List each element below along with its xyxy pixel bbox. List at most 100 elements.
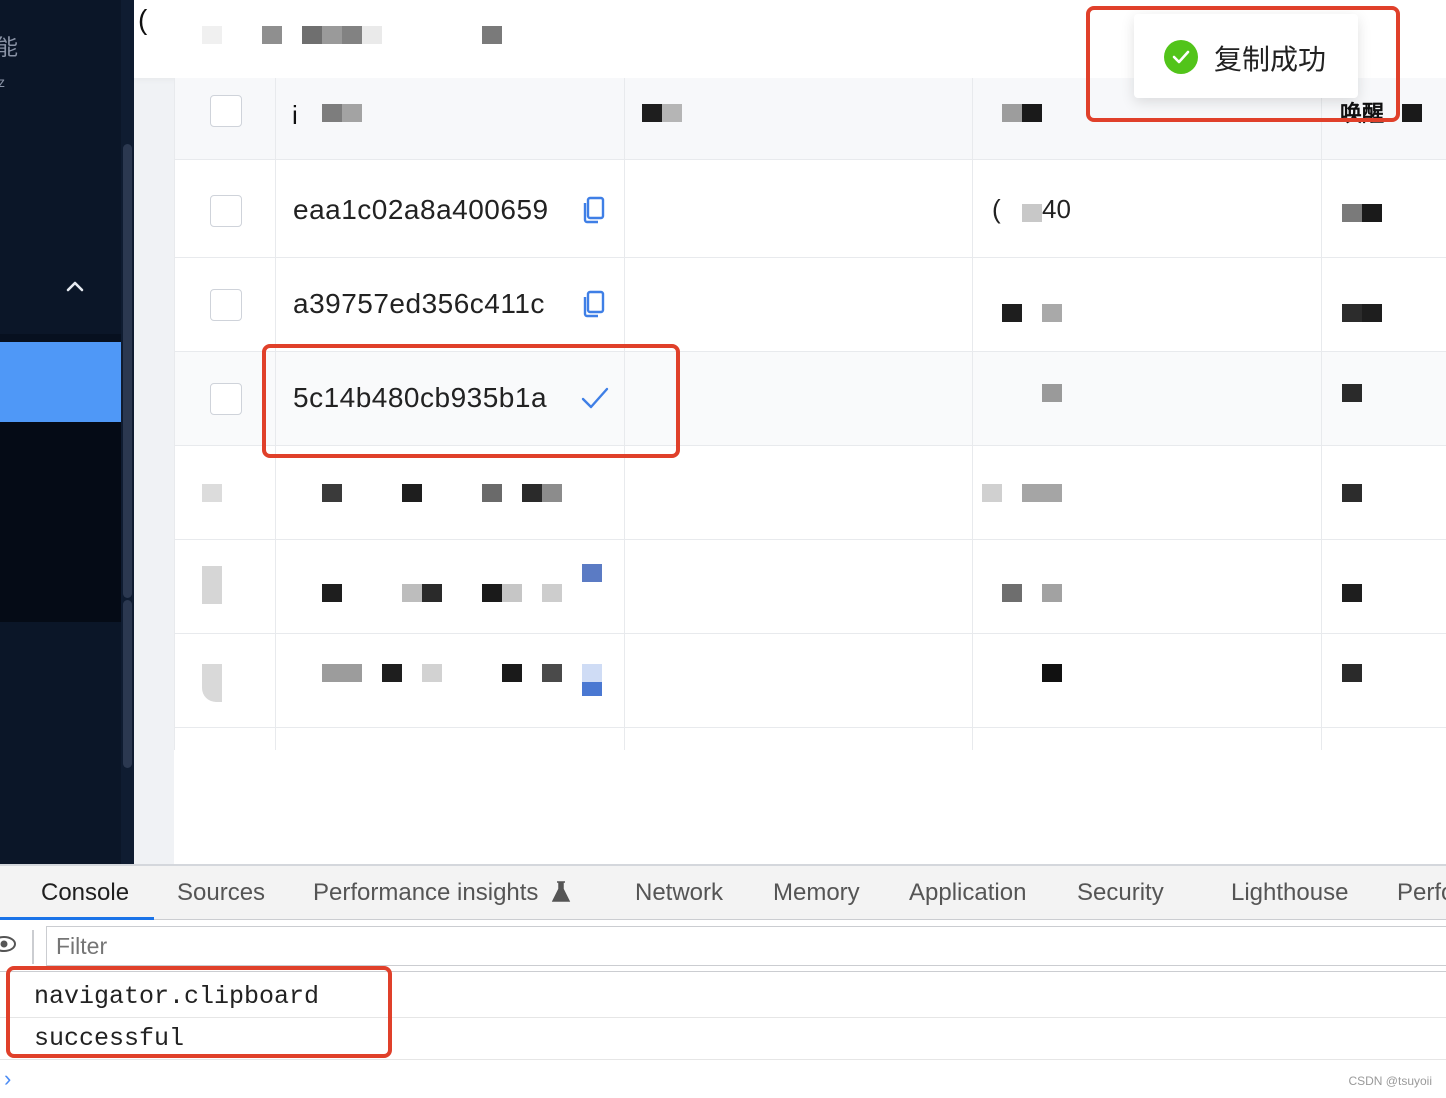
redacted-block xyxy=(502,664,522,682)
redacted-block xyxy=(322,584,342,602)
table-row[interactable]: a39757ed356c411c xyxy=(174,258,1446,352)
redacted-block xyxy=(662,104,682,122)
redacted-block xyxy=(342,104,362,122)
tab-sources[interactable]: Sources xyxy=(177,879,265,907)
redacted-block xyxy=(202,566,222,604)
tab-performance[interactable]: Perfo xyxy=(1397,879,1446,907)
screen: 能 z ( i 唤醒 eaa1c02a8a400659 (40 a39757e… xyxy=(0,0,1446,1098)
table-row[interactable] xyxy=(174,540,1446,634)
redacted-block xyxy=(1042,384,1062,402)
row-id: eaa1c02a8a400659 xyxy=(293,194,549,225)
table-row[interactable] xyxy=(174,634,1446,728)
redacted-block xyxy=(1022,104,1042,122)
sidebar-divider xyxy=(0,334,122,342)
redacted-block xyxy=(482,484,502,502)
data-table: i 唤醒 eaa1c02a8a400659 ( 40 a39757ed356c4… xyxy=(174,78,1446,864)
tab-memory[interactable]: Memory xyxy=(773,879,860,907)
redacted-block xyxy=(402,484,422,502)
redacted-block xyxy=(322,26,342,44)
redacted-block xyxy=(542,584,562,602)
redacted-block xyxy=(422,664,442,682)
redacted-block xyxy=(1362,304,1382,322)
redacted-block xyxy=(302,26,322,44)
tab-application[interactable]: Application xyxy=(909,879,1026,907)
sidebar-scrollbar-thumb[interactable] xyxy=(123,144,132,598)
sidebar: 能 z xyxy=(0,0,134,864)
redacted-block xyxy=(502,584,522,602)
redacted-block xyxy=(202,484,222,502)
redacted-block xyxy=(1402,104,1422,122)
experiment-beaker-icon xyxy=(550,880,572,904)
sidebar-edge-glyph-small: z xyxy=(0,74,5,90)
redacted-block xyxy=(1002,304,1022,322)
table-column-divider xyxy=(1321,78,1322,750)
tab-performance-insights[interactable]: Performance insights xyxy=(313,879,538,907)
highlight-toast-box xyxy=(1086,6,1400,122)
redacted-block xyxy=(482,26,502,44)
redacted-block xyxy=(482,584,502,602)
redacted-block xyxy=(1342,664,1362,682)
redacted-block xyxy=(582,664,602,682)
sidebar-submenu xyxy=(0,422,122,622)
redacted-block xyxy=(322,104,342,122)
column-header-id: i xyxy=(292,100,298,130)
copy-icon[interactable] xyxy=(582,196,606,224)
select-all-checkbox[interactable] xyxy=(210,95,242,127)
redacted-block xyxy=(542,484,562,502)
redacted-block xyxy=(202,26,222,44)
redacted-block xyxy=(542,664,562,682)
table-row[interactable]: eaa1c02a8a400659 ( 40 xyxy=(174,164,1446,258)
sidebar-scrollbar-thumb-lower xyxy=(123,600,132,768)
chevron-up-icon[interactable] xyxy=(64,276,86,298)
filter-input[interactable] xyxy=(46,926,1446,966)
redacted-block xyxy=(1022,204,1042,222)
redacted-block xyxy=(522,484,542,502)
redacted-block xyxy=(202,664,222,702)
tab-network[interactable]: Network xyxy=(635,879,723,907)
redacted-block xyxy=(1362,204,1382,222)
filter-separator xyxy=(32,930,34,964)
redacted-block xyxy=(322,484,342,502)
redacted-block xyxy=(582,682,602,696)
row-checkbox[interactable] xyxy=(210,289,242,321)
redacted-block xyxy=(422,584,442,602)
redacted-block xyxy=(322,664,362,682)
redacted-block xyxy=(1342,584,1362,602)
redacted-block xyxy=(1342,304,1362,322)
tab-console[interactable]: Console xyxy=(41,879,129,907)
tab-lighthouse[interactable]: Lighthouse xyxy=(1231,879,1348,907)
redacted-block xyxy=(1042,584,1062,602)
highlight-row-box xyxy=(262,344,680,458)
redacted-block xyxy=(1022,484,1062,502)
devtools-tab-bar: Console Sources Performance insights Net… xyxy=(0,866,1446,920)
table-column-divider xyxy=(972,78,973,750)
redacted-block xyxy=(642,104,662,122)
table-column-divider xyxy=(174,78,175,750)
sidebar-item-active[interactable] xyxy=(0,342,122,422)
copy-icon[interactable] xyxy=(582,290,606,318)
redacted-block xyxy=(1042,664,1062,682)
redacted-block xyxy=(1002,104,1022,122)
row-partial-value: 40 xyxy=(1042,194,1071,224)
table-row[interactable] xyxy=(174,446,1446,540)
row-id: a39757ed356c411c xyxy=(293,288,545,319)
highlight-console-box xyxy=(6,966,392,1058)
watermark: CSDN @tsuyoii xyxy=(1348,1074,1432,1088)
tab-security[interactable]: Security xyxy=(1077,879,1164,907)
row-checkbox[interactable] xyxy=(210,195,242,227)
console-prompt-icon[interactable]: › xyxy=(4,1066,11,1092)
redacted-block xyxy=(1002,584,1022,602)
redacted-block xyxy=(982,484,1002,502)
redacted-block xyxy=(1342,484,1362,502)
redacted-block xyxy=(262,26,282,44)
redacted-block xyxy=(362,26,382,44)
redacted-block xyxy=(382,664,402,682)
row-checkbox[interactable] xyxy=(210,383,242,415)
eye-icon[interactable] xyxy=(0,934,16,954)
row-partial-prefix: ( xyxy=(992,194,1001,224)
redacted-block xyxy=(342,26,362,44)
redacted-block xyxy=(1042,304,1062,322)
redacted-block xyxy=(402,584,422,602)
sidebar-edge-glyph: 能 xyxy=(0,35,19,60)
redacted-block xyxy=(1342,384,1362,402)
